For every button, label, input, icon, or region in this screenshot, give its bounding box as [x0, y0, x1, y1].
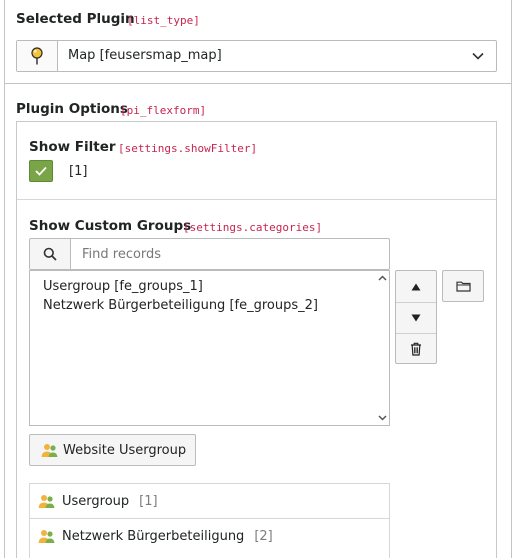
move-up-button[interactable] [396, 271, 436, 302]
group-uid: [1] [139, 494, 158, 509]
show-filter-field-name: [settings.showFilter] [118, 142, 258, 155]
plugin-select-value: Map [feusersmap_map] [68, 48, 222, 63]
selected-record-option[interactable]: Netzwerk Bürgerbeteiligung [fe_groups_2] [43, 298, 318, 313]
selected-record-option[interactable]: Usergroup [fe_groups_1] [43, 279, 203, 294]
website-usergroup-button[interactable]: Website Usergroup [29, 434, 196, 466]
plugin-options-label: Plugin Options [16, 101, 128, 117]
plugin-options-field-name: [pi_flexform] [120, 104, 207, 117]
record-actions-group [395, 270, 437, 364]
group-name: Netzwerk Bürgerbeteiligung [62, 528, 245, 544]
check-icon [35, 166, 47, 176]
search-input[interactable] [70, 238, 390, 270]
selected-groups-list: Usergroup [1] Netzwerk Bürgerbeteiligung… [29, 483, 390, 558]
map-marker-icon [17, 41, 58, 71]
list-item[interactable]: Netzwerk Bürgerbeteiligung [2] [30, 518, 389, 553]
chevron-down-icon [472, 50, 484, 66]
show-filter-value: [1] [69, 164, 88, 179]
section-divider [4, 83, 512, 84]
selected-plugin-label: Selected Plugin [16, 11, 135, 27]
group-uid: [2] [254, 528, 273, 544]
folder-icon [455, 281, 471, 292]
group-name: Usergroup [62, 494, 130, 509]
usergroup-icon [41, 443, 58, 457]
custom-groups-field-name: [settings.categories] [183, 221, 323, 234]
show-filter-label: Show Filter [29, 139, 116, 155]
scroll-down-icon[interactable] [378, 415, 387, 421]
delete-button[interactable] [396, 333, 436, 364]
search-icon [43, 247, 57, 261]
selected-records-list[interactable]: Usergroup [fe_groups_1] Netzwerk Bürgerb… [29, 270, 390, 426]
list-item[interactable]: Usergroup [1] [30, 484, 389, 519]
plugin-select[interactable]: Map [feusersmap_map] [16, 40, 497, 72]
panel-divider [17, 199, 496, 200]
flexform-editor: Selected Plugin [list_type] Map [feusers… [0, 0, 521, 558]
website-usergroup-button-label: Website Usergroup [63, 442, 187, 458]
scroll-up-icon[interactable] [378, 275, 387, 281]
triangle-up-icon [411, 283, 421, 290]
triangle-down-icon [411, 314, 421, 322]
record-search [29, 238, 390, 270]
selected-plugin-field-name: [list_type] [127, 14, 200, 27]
trash-icon [411, 342, 421, 356]
search-button[interactable] [29, 238, 71, 270]
show-filter-checkbox[interactable] [29, 160, 53, 182]
scrollbar[interactable] [375, 271, 389, 425]
usergroup-icon [38, 495, 55, 508]
move-down-button[interactable] [396, 302, 436, 333]
usergroup-icon [38, 529, 55, 543]
custom-groups-label: Show Custom Groups [29, 218, 192, 234]
browse-records-button[interactable] [442, 270, 484, 302]
